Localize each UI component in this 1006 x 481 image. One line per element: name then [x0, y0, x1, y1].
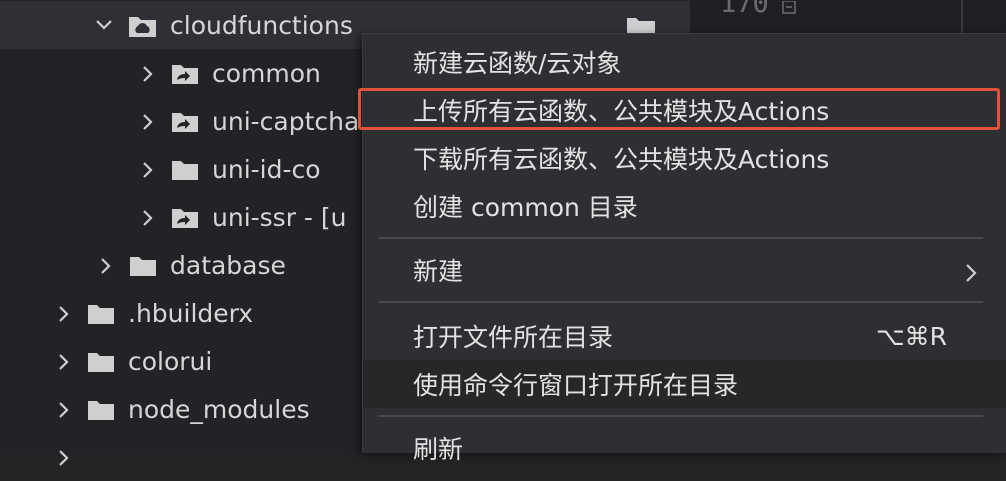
linked-folder-icon	[171, 62, 199, 86]
menu-item-label: 上传所有云函数、公共模块及Actions	[413, 97, 830, 126]
chevron-right-icon[interactable]	[58, 450, 72, 466]
chevron-right-icon[interactable]	[142, 162, 156, 178]
tree-item-label: common	[212, 58, 321, 88]
tree-item-label: uni-ssr - [u	[212, 202, 347, 232]
tree-item-label: .hbuilderx	[128, 298, 254, 328]
menu-item-label: 新建	[413, 257, 464, 286]
folder-icon	[87, 398, 115, 422]
chevron-right-icon[interactable]	[58, 354, 72, 370]
menu-item-label: 下载所有云函数、公共模块及Actions	[413, 145, 830, 174]
folder-icon	[87, 350, 115, 374]
chevron-right-icon[interactable]	[142, 114, 156, 130]
chevron-right-icon[interactable]	[142, 210, 156, 226]
chevron-right-icon[interactable]	[58, 306, 72, 322]
tree-item-label: uni-captcha	[212, 106, 360, 136]
chevron-right-icon[interactable]	[58, 402, 72, 418]
menu-item-upload-all[interactable]: 上传所有云函数、公共模块及Actions	[363, 86, 1006, 134]
menu-item-new[interactable]: 新建	[363, 246, 1006, 294]
chevron-right-icon[interactable]	[142, 66, 156, 82]
chevron-right-icon[interactable]	[100, 258, 114, 274]
menu-item-label: 刷新	[413, 435, 464, 464]
chevron-right-icon	[965, 260, 977, 289]
menu-item-open-in-terminal[interactable]: 使用命令行窗口打开所在目录	[363, 360, 1006, 408]
menu-separator	[379, 415, 983, 417]
menu-item-label: 打开文件所在目录	[413, 323, 614, 352]
folder-icon	[87, 302, 115, 326]
tree-item-label: database	[170, 250, 286, 280]
menu-item-create-common[interactable]: 创建 common 目录	[363, 182, 1006, 230]
tree-item-label: cloudfunctions	[170, 10, 353, 40]
chevron-down-icon[interactable]	[96, 19, 112, 33]
line-number: 170	[720, 0, 769, 19]
tree-item-label: uni-id-co	[212, 154, 321, 184]
menu-item-open-file-location[interactable]: 打开文件所在目录 ⌥⌘R	[363, 312, 1006, 360]
menu-item-refresh[interactable]: 刷新	[363, 424, 1006, 472]
menu-item-shortcut: ⌥⌘R	[875, 321, 947, 351]
tree-item-label: node_modules	[128, 394, 310, 424]
linked-folder-icon	[171, 206, 199, 230]
menu-item-new-cloud-function[interactable]: 新建云函数/云对象	[363, 38, 1006, 86]
menu-item-download-all[interactable]: 下载所有云函数、公共模块及Actions	[363, 134, 1006, 182]
folder-icon	[129, 254, 157, 278]
cloud-folder-icon	[128, 13, 156, 37]
menu-item-label: 创建 common 目录	[413, 193, 638, 222]
menu-separator	[379, 301, 983, 303]
tree-item-label: colorui	[128, 346, 213, 376]
folder-icon	[171, 158, 199, 182]
menu-item-label: 使用命令行窗口打开所在目录	[413, 371, 739, 400]
menu-separator	[379, 237, 983, 239]
fold-icon[interactable]	[782, 0, 796, 19]
linked-folder-icon	[171, 110, 199, 134]
menu-item-label: 新建云函数/云对象	[413, 49, 622, 78]
context-menu: 新建云函数/云对象 上传所有云函数、公共模块及Actions 下载所有云函数、公…	[362, 33, 1006, 464]
